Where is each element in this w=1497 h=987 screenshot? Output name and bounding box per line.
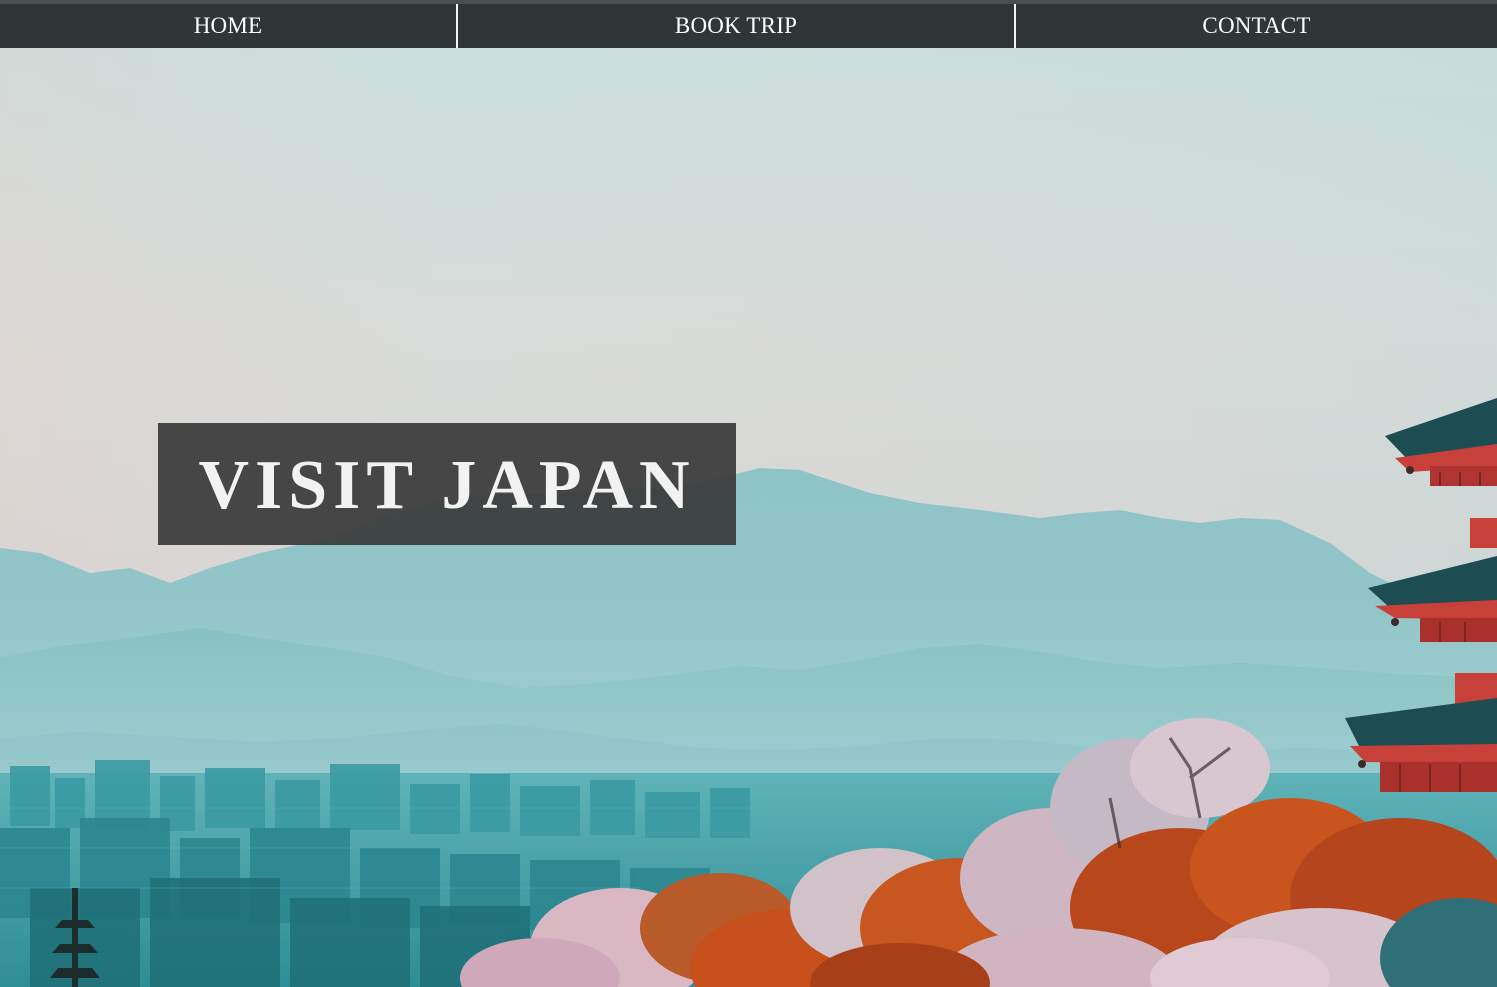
top-navigation: HOME BOOK TRIP CONTACT <box>0 4 1497 48</box>
nav-contact-link[interactable]: CONTACT <box>1014 4 1497 48</box>
nav-book-trip-link[interactable]: BOOK TRIP <box>456 4 1014 48</box>
nav-home-link[interactable]: HOME <box>0 4 456 48</box>
hero-section: VISIT JAPAN <box>0 48 1497 987</box>
page: HOME BOOK TRIP CONTACT VISIT JAPAN <box>0 0 1497 987</box>
hero-title: VISIT JAPAN <box>198 447 696 524</box>
hero-title-box: VISIT JAPAN <box>158 423 736 545</box>
